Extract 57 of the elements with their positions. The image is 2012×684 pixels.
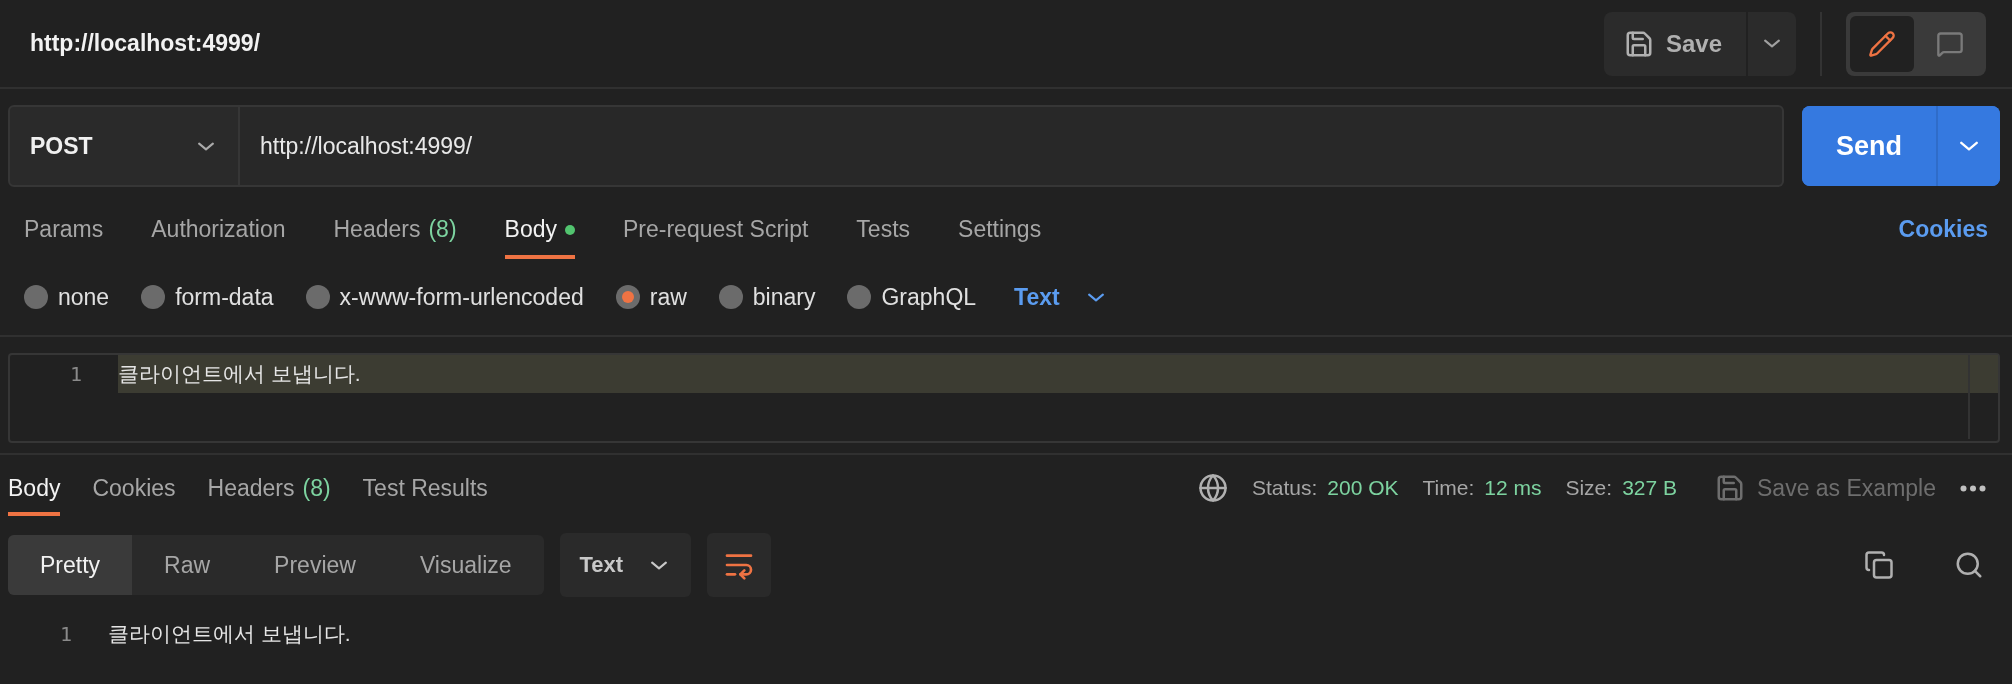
response-tab[interactable]: Body: [8, 460, 61, 516]
request-tab[interactable]: Params: [24, 216, 104, 259]
comment-icon: [1936, 29, 1964, 58]
chevron-down-icon: [1764, 39, 1780, 48]
radio-button[interactable]: [141, 285, 166, 309]
meta-label: Time:: [1422, 476, 1475, 500]
radio-button[interactable]: [305, 285, 330, 309]
chevron-down-icon: [198, 141, 214, 151]
response-tab[interactable]: Cookies: [92, 460, 176, 516]
radio-button[interactable]: [718, 285, 743, 309]
search-icon: [1954, 550, 1984, 580]
chevron-down-icon: [1960, 140, 1978, 152]
cookies-link[interactable]: Cookies: [1898, 216, 1988, 259]
radio-button[interactable]: [615, 285, 640, 309]
radio-label: none: [58, 283, 110, 311]
request-tab[interactable]: Authorization: [151, 216, 286, 259]
method-select[interactable]: POST: [8, 105, 240, 187]
more-icon: [1960, 484, 1986, 492]
view-tab[interactable]: Visualize: [387, 535, 544, 595]
request-tab[interactable]: Settings: [958, 216, 1042, 259]
chevron-down-icon: [1087, 292, 1104, 302]
line-number: 1: [58, 622, 72, 646]
radio-label: binary: [752, 283, 816, 311]
chevron-down-icon: [651, 560, 668, 570]
copy-icon: [1864, 550, 1894, 580]
request-tab[interactable]: Headers (8): [333, 216, 457, 259]
radio-label: x-www-form-urlencoded: [339, 283, 584, 311]
meta-value: 200 OK: [1327, 476, 1399, 500]
request-tab[interactable]: Body: [504, 216, 575, 259]
code-line: 클라이언트에서 보냅니다.: [108, 621, 352, 647]
view-tab[interactable]: Raw: [132, 535, 243, 595]
radio-button[interactable]: [847, 285, 872, 309]
format-select[interactable]: Text: [1008, 282, 1110, 312]
response-tab[interactable]: Test Results: [362, 460, 488, 516]
code-editor[interactable]: 1 클라이언트에서 보냅니다.: [8, 353, 2000, 443]
response-tab[interactable]: Headers (8): [207, 460, 331, 516]
view-mode-button[interactable]: [1850, 15, 1914, 72]
meta-label: Size:: [1565, 476, 1613, 500]
view-tab[interactable]: Preview: [242, 535, 388, 595]
url-input[interactable]: http://localhost:4999/: [240, 105, 1784, 187]
pencil-icon: [1868, 29, 1896, 58]
wrap-lines-button[interactable]: [707, 533, 772, 597]
response-format-select[interactable]: Text: [559, 533, 692, 597]
save-button[interactable]: Save: [1603, 11, 1746, 76]
radio-label: GraphQL: [881, 283, 977, 311]
radio-label: raw: [649, 283, 687, 311]
request-title: http://localhost:4999/: [30, 30, 262, 57]
globe-icon: [1197, 473, 1228, 503]
request-tab[interactable]: Tests: [856, 216, 911, 259]
line-number: 1: [68, 362, 82, 386]
meta-value: 12 ms: [1484, 476, 1542, 500]
meta-label: Status:: [1251, 476, 1318, 500]
radio-label: form-data: [175, 283, 274, 311]
radio-button[interactable]: [24, 285, 48, 309]
view-tab[interactable]: Pretty: [8, 535, 133, 595]
meta-value: 327 B: [1622, 476, 1677, 500]
request-tab[interactable]: Pre-request Script: [623, 216, 809, 259]
